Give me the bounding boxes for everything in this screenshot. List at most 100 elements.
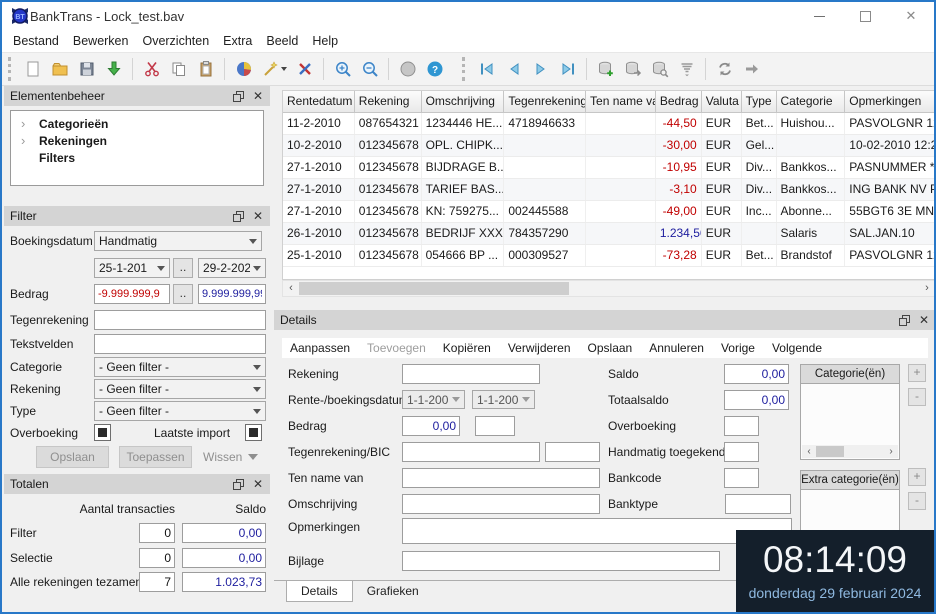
float-panel-icon[interactable] xyxy=(898,314,910,326)
action-vorige[interactable]: Vorige xyxy=(721,341,755,355)
scrollbar-thumb[interactable] xyxy=(816,446,844,457)
column-header-omschrijving[interactable]: Omschrijving xyxy=(422,91,505,112)
menu-help[interactable]: Help xyxy=(305,34,345,48)
banktype-field[interactable] xyxy=(725,494,791,514)
tegenrekening-detail-input[interactable] xyxy=(402,442,540,462)
table-row[interactable]: 25-1-2010 012345678 054666 BP ... 000309527… xyxy=(283,245,934,267)
zoom-in-button[interactable] xyxy=(329,56,356,82)
bedrag-range-button[interactable]: .. xyxy=(173,284,193,304)
toolbar-drag-handle[interactable] xyxy=(8,57,14,81)
tree-item-rekeningen[interactable]: › Rekeningen xyxy=(11,132,263,149)
action-kopi-ren[interactable]: Kopiëren xyxy=(443,341,491,355)
remove-extra-categorie-button[interactable]: - xyxy=(908,492,926,510)
close-panel-icon[interactable]: ✕ xyxy=(919,314,929,326)
scroll-left-icon[interactable]: ‹ xyxy=(283,281,299,296)
opmerkingen-textarea[interactable] xyxy=(402,518,792,544)
tekstvelden-input[interactable] xyxy=(94,334,266,354)
first-record-button[interactable] xyxy=(473,56,500,82)
action-annuleren[interactable]: Annuleren xyxy=(649,341,704,355)
column-header-categorie[interactable]: Categorie xyxy=(777,91,846,112)
tegenrekening-input[interactable] xyxy=(94,310,266,330)
close-panel-icon[interactable]: ✕ xyxy=(253,210,263,222)
wand-dropdown-arrow[interactable] xyxy=(280,67,287,71)
refresh-button[interactable] xyxy=(711,56,738,82)
tab-grafieken[interactable]: Grafieken xyxy=(353,581,433,602)
zoom-out-button[interactable] xyxy=(356,56,383,82)
float-panel-icon[interactable] xyxy=(232,90,244,102)
rekening-detail-input[interactable] xyxy=(402,364,540,384)
toolbar-drag-handle[interactable] xyxy=(462,57,468,81)
table-row[interactable]: 27-1-2010 012345678 KN: 759275... 002445588… xyxy=(283,201,934,223)
bedrag-detail-input[interactable] xyxy=(402,416,460,436)
scroll-right-icon[interactable]: › xyxy=(884,444,898,459)
date-to-select[interactable]: 29-2-202 xyxy=(198,258,266,278)
handmatig-toegekend-field[interactable] xyxy=(724,442,759,462)
column-header-bedrag[interactable]: Bedrag xyxy=(656,91,702,112)
wissen-button[interactable]: Wissen xyxy=(203,446,259,468)
column-header-type[interactable]: Type xyxy=(742,91,777,112)
categorie-listbox[interactable]: ‹ › xyxy=(800,383,900,460)
new-file-button[interactable] xyxy=(19,56,46,82)
opslaan-filter-button[interactable]: Opslaan xyxy=(36,446,109,468)
omschrijving-input[interactable] xyxy=(402,494,600,514)
table-row[interactable]: 11-2-2010 087654321 1234446 HE... 471894663… xyxy=(283,113,934,135)
bedrag-min-input[interactable] xyxy=(94,284,170,304)
scroll-right-icon[interactable]: › xyxy=(919,281,934,296)
action-volgende[interactable]: Volgende xyxy=(772,341,822,355)
boekingsdatum-select[interactable]: Handmatig xyxy=(94,231,262,251)
bic-input[interactable] xyxy=(545,442,600,462)
float-panel-icon[interactable] xyxy=(232,210,244,222)
help-button[interactable]: ? xyxy=(421,56,448,82)
table-horizontal-scrollbar[interactable]: ‹ › xyxy=(282,280,934,297)
edit-transaction-button[interactable] xyxy=(619,56,646,82)
rekening-filter-select[interactable]: - Geen filter - xyxy=(94,379,266,399)
float-panel-icon[interactable] xyxy=(232,478,244,490)
cut-button[interactable] xyxy=(138,56,165,82)
previous-record-button[interactable] xyxy=(500,56,527,82)
close-button[interactable]: ✕ xyxy=(888,2,934,30)
overboeking-checkbox[interactable] xyxy=(94,424,111,441)
maximize-button[interactable] xyxy=(842,2,888,30)
rentedatum-select[interactable]: 1-1-200 xyxy=(402,390,465,409)
action-opslaan[interactable]: Opslaan xyxy=(588,341,633,355)
column-header-ten-name-van[interactable]: Ten name van xyxy=(586,91,656,112)
tree-item-filters[interactable]: Filters xyxy=(11,149,263,166)
menu-overzichten[interactable]: Overzichten xyxy=(135,34,216,48)
add-extra-categorie-button[interactable]: + xyxy=(908,468,926,486)
table-row[interactable]: 26-1-2010 012345678 BEDRIJF XXX 784357290 1.… xyxy=(283,223,934,245)
close-panel-icon[interactable]: ✕ xyxy=(253,90,263,102)
add-transaction-button[interactable] xyxy=(592,56,619,82)
action-verwijderen[interactable]: Verwijderen xyxy=(508,341,571,355)
menu-bestand[interactable]: Bestand xyxy=(6,34,66,48)
bedrag-extra-field[interactable] xyxy=(475,416,515,436)
menu-bewerken[interactable]: Bewerken xyxy=(66,34,136,48)
overboeking-detail-field[interactable] xyxy=(724,416,759,436)
tree-item-categorie-n[interactable]: › Categorieën xyxy=(11,115,263,132)
ten-name-van-input[interactable] xyxy=(402,468,600,488)
action-aanpassen[interactable]: Aanpassen xyxy=(290,341,350,355)
bedrag-max-input[interactable] xyxy=(198,284,266,304)
close-panel-icon[interactable]: ✕ xyxy=(253,478,263,490)
bankcode-field[interactable] xyxy=(724,468,759,488)
next-record-button[interactable] xyxy=(527,56,554,82)
column-header-tegenrekening[interactable]: Tegenrekening xyxy=(504,91,587,112)
laatste-import-checkbox[interactable] xyxy=(245,424,262,441)
wand-button[interactable] xyxy=(257,56,291,82)
tab-details[interactable]: Details xyxy=(286,581,353,602)
action-toevoegen[interactable]: Toevoegen xyxy=(367,341,426,355)
table-row[interactable]: 10-2-2010 012345678 OPL. CHIPK... -30,00 EUR… xyxy=(283,135,934,157)
table-row[interactable]: 27-1-2010 012345678 BIJDRAGE B... -10,95 EUR… xyxy=(283,157,934,179)
type-filter-select[interactable]: - Geen filter - xyxy=(94,401,266,421)
date-from-select[interactable]: 25-1-201 xyxy=(94,258,170,278)
open-file-button[interactable] xyxy=(46,56,73,82)
menu-extra[interactable]: Extra xyxy=(216,34,259,48)
minimize-button[interactable] xyxy=(796,2,842,30)
paste-button[interactable] xyxy=(192,56,219,82)
boekingsdatum-detail-select[interactable]: 1-1-200 xyxy=(472,390,535,409)
add-categorie-button[interactable]: + xyxy=(908,364,926,382)
search-transaction-button[interactable] xyxy=(646,56,673,82)
categorie-filter-select[interactable]: - Geen filter - xyxy=(94,357,266,377)
expander-icon[interactable]: › xyxy=(21,133,39,148)
save-button[interactable] xyxy=(73,56,100,82)
column-header-rentedatum[interactable]: Rentedatum xyxy=(283,91,355,112)
